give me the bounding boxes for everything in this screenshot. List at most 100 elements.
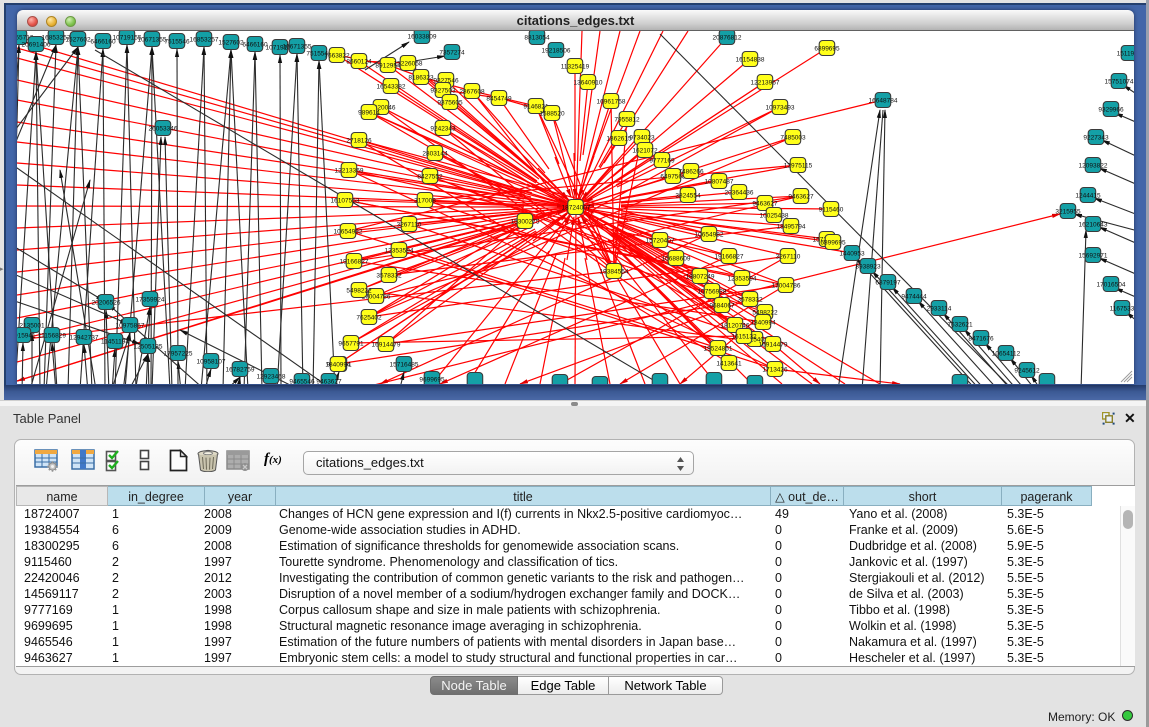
svg-text:12975115: 12975115 — [784, 162, 813, 169]
svg-text:20364436: 20364436 — [725, 189, 754, 196]
svg-text:8427552: 8427552 — [417, 173, 443, 180]
svg-text:9327503: 9327503 — [430, 87, 456, 94]
svg-text:1413641: 1413641 — [716, 360, 742, 367]
svg-text:18807249: 18807249 — [686, 273, 715, 280]
svg-text:8186323: 8186323 — [408, 74, 434, 81]
svg-text:17016504: 17016504 — [1097, 281, 1126, 288]
svg-text:16853257: 16853257 — [190, 36, 219, 43]
svg-text:16033809: 16033809 — [408, 33, 437, 40]
svg-text:6899695: 6899695 — [814, 45, 840, 52]
svg-text:3578332: 3578332 — [376, 272, 402, 279]
svg-text:11156829: 11156829 — [38, 332, 66, 339]
svg-text:7955812: 7955812 — [614, 116, 640, 123]
svg-text:12923468: 12923468 — [257, 373, 286, 380]
svg-text:9375605: 9375605 — [437, 99, 463, 106]
svg-text:12093822: 12093822 — [1079, 162, 1108, 169]
svg-text:20876812: 20876812 — [713, 34, 742, 41]
svg-text:10671355: 10671355 — [138, 36, 167, 43]
svg-text:9329966: 9329966 — [1098, 106, 1124, 113]
svg-text:16210643: 16210643 — [1079, 221, 1108, 228]
svg-text:5498222: 5498222 — [346, 287, 372, 294]
svg-text:10025438: 10025438 — [760, 212, 789, 219]
svg-text:1615132: 1615132 — [731, 333, 757, 340]
svg-text:15720407: 15720407 — [646, 237, 675, 244]
svg-text:12353594: 12353594 — [385, 247, 414, 254]
svg-text:8454749: 8454749 — [486, 95, 512, 102]
svg-text:1440953: 1440953 — [839, 250, 865, 257]
svg-text:10807487: 10807487 — [705, 178, 734, 185]
svg-text:16961758: 16961758 — [597, 98, 626, 105]
svg-text:3578332: 3578332 — [737, 296, 763, 303]
svg-text:9474444: 9474444 — [901, 293, 927, 300]
svg-text:18495794: 18495794 — [777, 223, 806, 230]
svg-text:15300275: 15300275 — [511, 218, 540, 225]
svg-text:9699695: 9699695 — [419, 376, 445, 383]
svg-text:12213369: 12213369 — [335, 167, 364, 174]
svg-text:1167533: 1167533 — [1110, 305, 1134, 312]
svg-text:19384554: 19384554 — [600, 268, 629, 275]
svg-text:19218506: 19218506 — [542, 47, 571, 54]
svg-text:10688609: 10688609 — [662, 255, 691, 262]
svg-text:16543382: 16543382 — [377, 83, 406, 90]
svg-text:1713426: 1713426 — [762, 366, 788, 373]
svg-text:26053346: 26053346 — [149, 125, 178, 132]
svg-text:6879197: 6879197 — [875, 279, 901, 286]
svg-text:20691406: 20691406 — [22, 41, 51, 48]
svg-text:3215955: 3215955 — [1055, 208, 1081, 215]
svg-text:8471676: 8471676 — [968, 335, 994, 342]
svg-text:1588520: 1588520 — [539, 110, 565, 117]
svg-text:1527602: 1527602 — [218, 39, 244, 46]
svg-text:16154838: 16154838 — [736, 56, 765, 63]
svg-text:9463627: 9463627 — [788, 193, 814, 200]
svg-text:18724007: 18724007 — [562, 204, 591, 211]
svg-text:8938923: 8938923 — [855, 263, 881, 270]
svg-text:2803144: 2803144 — [422, 150, 448, 157]
svg-text:2933114: 2933114 — [927, 305, 952, 312]
svg-text:10671355: 10671355 — [283, 43, 312, 50]
svg-text:989614: 989614 — [358, 109, 380, 116]
svg-text:15226058: 15226058 — [394, 60, 423, 67]
svg-text:6899695: 6899695 — [820, 239, 846, 246]
svg-text:15692971: 15692971 — [1079, 252, 1108, 259]
svg-text:2867608: 2867608 — [459, 88, 485, 95]
svg-text:1840994: 1840994 — [325, 361, 351, 368]
svg-text:16648784: 16648784 — [869, 97, 898, 104]
svg-text:9245612: 9245612 — [1014, 367, 1040, 374]
svg-text:9463627: 9463627 — [316, 378, 342, 384]
svg-text:7515546: 7515546 — [164, 38, 190, 45]
svg-text:17359924: 17359924 — [136, 296, 165, 303]
svg-text:8660124: 8660124 — [346, 58, 372, 65]
svg-text:8813054: 8813054 — [524, 34, 550, 41]
svg-text:1840994: 1840994 — [750, 319, 776, 326]
svg-text:10654982: 10654982 — [334, 228, 363, 235]
svg-text:9465546: 9465546 — [289, 378, 315, 384]
svg-text:17957225: 17957225 — [164, 350, 193, 357]
svg-text:16782759: 16782759 — [226, 366, 255, 373]
svg-text:16107553: 16107553 — [331, 197, 360, 204]
svg-text:10973493: 10973493 — [766, 104, 795, 111]
svg-text:7632621: 7632621 — [947, 321, 973, 328]
svg-text:9242343: 9242343 — [430, 125, 456, 132]
svg-text:3915941: 3915941 — [17, 332, 36, 339]
svg-text:10975867: 10975867 — [116, 322, 145, 329]
svg-text:3824554: 3824554 — [675, 192, 701, 199]
svg-text:12213967: 12213967 — [751, 79, 780, 86]
svg-text:9684067: 9684067 — [709, 302, 735, 309]
svg-text:1621072: 1621072 — [632, 147, 658, 154]
svg-text:2718126: 2718126 — [346, 137, 372, 144]
svg-text:12505135: 12505135 — [134, 343, 163, 350]
svg-text:10756928: 10756928 — [698, 288, 727, 295]
svg-text:20206526: 20206526 — [92, 299, 121, 306]
svg-text:1362615: 1362615 — [606, 135, 632, 142]
svg-text:10654982: 10654982 — [695, 231, 724, 238]
svg-text:9734023: 9734023 — [629, 134, 655, 141]
svg-text:1527602: 1527602 — [65, 36, 91, 43]
svg-text:7625402: 7625402 — [356, 314, 382, 321]
svg-text:7486266: 7486266 — [678, 168, 704, 175]
svg-text:15751074: 15751074 — [1105, 78, 1134, 85]
svg-text:9463627: 9463627 — [752, 200, 778, 207]
svg-text:17004786: 17004786 — [772, 282, 801, 289]
svg-text:15716485: 15716485 — [390, 361, 419, 368]
svg-text:19166827: 19166827 — [715, 253, 744, 260]
svg-text:16914479: 16914479 — [759, 341, 788, 348]
